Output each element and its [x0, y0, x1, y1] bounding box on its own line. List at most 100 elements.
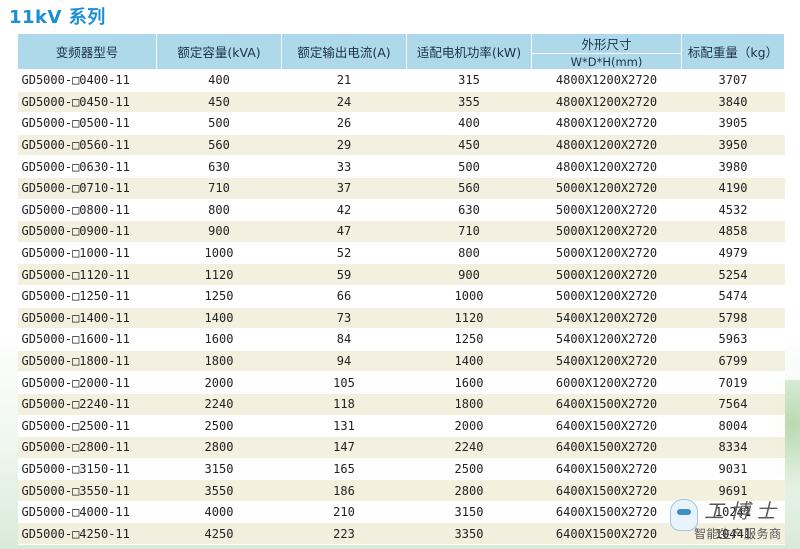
cell-capacity: 4250	[156, 522, 282, 546]
table-row: GD5000-□1120-11 1120 59 900 5000X1200X2720 52…	[17, 263, 785, 286]
cell-model: GD5000-□1000-11	[17, 242, 157, 265]
cell-dimensions: 5000X1200X2720	[531, 177, 682, 200]
cell-model: GD5000-□0560-11	[17, 134, 157, 157]
cell-weight: 3840	[681, 91, 785, 114]
cell-model: GD5000-□3550-11	[17, 479, 157, 502]
cell-weight: 3905	[681, 112, 785, 135]
cell-model: GD5000-□4250-11	[17, 522, 157, 546]
cell-motor-power: 1400	[406, 350, 532, 373]
table-row: GD5000-□1000-11 1000 52 800 5000X1200X2720 49…	[17, 242, 785, 265]
cell-weight: 4979	[681, 242, 785, 265]
cell-capacity: 1400	[156, 307, 282, 330]
cell-dimensions: 6400X1500X2720	[531, 393, 682, 416]
cell-model: GD5000-□0500-11	[17, 112, 157, 135]
cell-dimensions: 5400X1200X2720	[531, 350, 682, 373]
cell-motor-power: 1800	[406, 393, 532, 416]
table-row: GD5000-□0900-11 900 47 710 5000X1200X2720 485…	[17, 220, 785, 243]
cell-dimensions: 4800X1200X2720	[531, 134, 682, 157]
cell-current: 165	[281, 458, 407, 481]
cell-motor-power: 800	[406, 242, 532, 265]
cell-motor-power: 400	[406, 112, 532, 135]
cell-motor-power: 450	[406, 134, 532, 157]
cell-current: 29	[281, 134, 407, 157]
cell-motor-power: 3150	[406, 501, 532, 524]
cell-capacity: 400	[156, 69, 282, 92]
table-row: GD5000-□0450-11 450 24 355 4800X1200X2720 384…	[17, 91, 785, 114]
cell-model: GD5000-□1600-11	[17, 328, 157, 351]
cell-dimensions: 6400X1500X2720	[531, 479, 682, 502]
table-row: GD5000-□2240-11 2240 118 1800 6400X1500X2720…	[17, 393, 785, 416]
cell-dimensions: 6400X1500X2720	[531, 522, 682, 546]
watermark-subtitle: 智能生产服务商	[694, 527, 782, 541]
cell-dimensions: 5000X1200X2720	[531, 263, 682, 286]
cell-weight: 7564	[681, 393, 785, 416]
header-capacity: 额定容量(kVA)	[156, 33, 282, 70]
header-weight: 标配重量（kg）	[681, 33, 785, 70]
table-row: GD5000-□3150-11 3150 165 2500 6400X1500X2720…	[17, 458, 785, 481]
cell-capacity: 800	[156, 199, 282, 222]
cell-motor-power: 2000	[406, 415, 532, 438]
page-title: 11kV 系列	[9, 7, 106, 28]
cell-weight: 5798	[681, 307, 785, 330]
cell-weight: 4190	[681, 177, 785, 200]
cell-motor-power: 1120	[406, 307, 532, 330]
cell-weight: 5963	[681, 328, 785, 351]
cell-weight: 3980	[681, 155, 785, 178]
cell-capacity: 3550	[156, 479, 282, 502]
table-row: GD5000-□0400-11 400 21 315 4800X1200X2720 370…	[17, 69, 785, 92]
cell-motor-power: 630	[406, 199, 532, 222]
watermark-logo: 工博士	[704, 499, 782, 523]
cell-current: 94	[281, 350, 407, 373]
cell-model: GD5000-□0800-11	[17, 199, 157, 222]
cell-current: 42	[281, 199, 407, 222]
table-row: GD5000-□0500-11 500 26 400 4800X1200X2720 390…	[17, 112, 785, 135]
table-row: GD5000-□2800-11 2800 147 2240 6400X1500X2720…	[17, 436, 785, 459]
cell-dimensions: 4800X1200X2720	[531, 155, 682, 178]
cell-motor-power: 355	[406, 91, 532, 114]
cell-model: GD5000-□0400-11	[17, 69, 157, 92]
cell-current: 84	[281, 328, 407, 351]
cell-dimensions: 6400X1500X2720	[531, 436, 682, 459]
cell-current: 105	[281, 371, 407, 394]
cell-current: 33	[281, 155, 407, 178]
cell-capacity: 1250	[156, 285, 282, 308]
cell-model: GD5000-□2000-11	[17, 371, 157, 394]
cell-current: 131	[281, 415, 407, 438]
cell-current: 147	[281, 436, 407, 459]
cell-weight: 4858	[681, 220, 785, 243]
cell-capacity: 4000	[156, 501, 282, 524]
cell-capacity: 1120	[156, 263, 282, 286]
cell-current: 210	[281, 501, 407, 524]
cell-motor-power: 500	[406, 155, 532, 178]
cell-model: GD5000-□2240-11	[17, 393, 157, 416]
cell-capacity: 900	[156, 220, 282, 243]
cell-weight: 8004	[681, 415, 785, 438]
cell-model: GD5000-□3150-11	[17, 458, 157, 481]
header-current: 额定输出电流(A)	[281, 33, 407, 70]
cell-capacity: 1000	[156, 242, 282, 265]
cell-dimensions: 4800X1200X2720	[531, 69, 682, 92]
cell-capacity: 1800	[156, 350, 282, 373]
cell-model: GD5000-□0710-11	[17, 177, 157, 200]
cell-weight: 9031	[681, 458, 785, 481]
cell-capacity: 1600	[156, 328, 282, 351]
cell-dimensions: 6400X1500X2720	[531, 458, 682, 481]
cell-current: 73	[281, 307, 407, 330]
table-row: GD5000-□0560-11 560 29 450 4800X1200X2720 395…	[17, 134, 785, 157]
cell-capacity: 2800	[156, 436, 282, 459]
cell-model: GD5000-□1250-11	[17, 285, 157, 308]
cell-model: GD5000-□0630-11	[17, 155, 157, 178]
table-row: GD5000-□2500-11 2500 131 2000 6400X1500X2720…	[17, 415, 785, 438]
cell-model: GD5000-□1120-11	[17, 263, 157, 286]
cell-weight: 6799	[681, 350, 785, 373]
table-header-row: 变频器型号 额定容量(kVA) 额定输出电流(A) 适配电机功率(kW) 外形尺…	[17, 33, 785, 70]
cell-model: GD5000-□1400-11	[17, 307, 157, 330]
cell-weight: 3950	[681, 134, 785, 157]
cell-current: 186	[281, 479, 407, 502]
cell-weight: 4532	[681, 199, 785, 222]
cell-current: 118	[281, 393, 407, 416]
cell-model: GD5000-□2800-11	[17, 436, 157, 459]
table-row: GD5000-□1250-11 1250 66 1000 5000X1200X2720 5…	[17, 285, 785, 308]
cell-model: GD5000-□2500-11	[17, 415, 157, 438]
cell-dimensions: 5000X1200X2720	[531, 242, 682, 265]
